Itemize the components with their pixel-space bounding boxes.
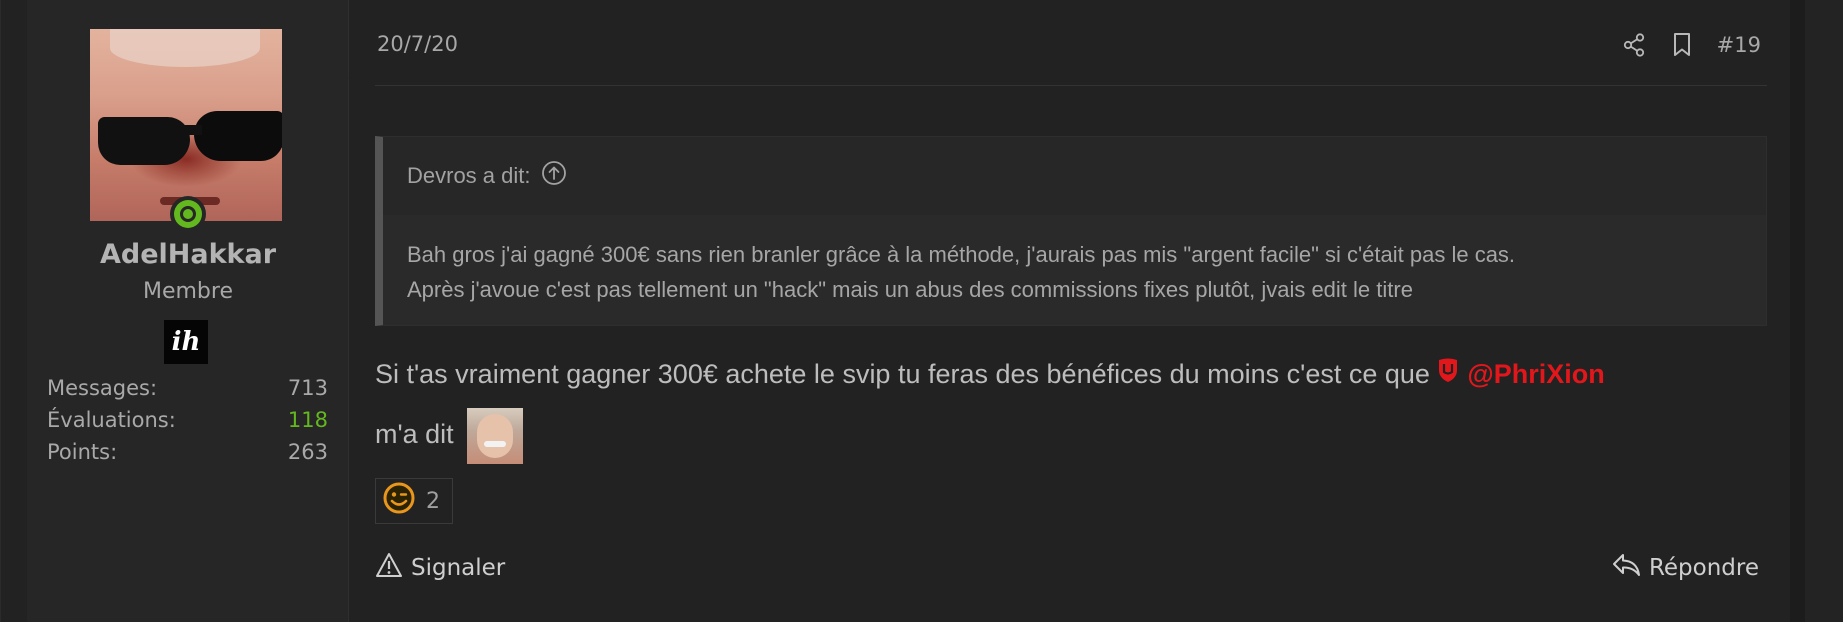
reply-label[interactable]: Répondre	[1649, 555, 1759, 581]
share-icon[interactable]	[1621, 31, 1647, 59]
avatar[interactable]	[90, 29, 282, 221]
old-man-smiley-icon	[467, 407, 524, 464]
shield-icon	[1437, 344, 1459, 404]
forum-post: AdelHakkar Membre ih Messages: 713 Évalu…	[0, 0, 1790, 622]
user-stats: Messages: 713 Évaluations: 118 Points: 2…	[47, 372, 328, 468]
stat-value: 713	[287, 376, 328, 400]
reaction-summary[interactable]: 2	[375, 478, 453, 524]
user-badge-icon: ih	[164, 320, 208, 364]
stat-value: 118	[287, 408, 328, 432]
bookmark-icon[interactable]	[1669, 31, 1695, 59]
stat-evaluations: Évaluations: 118	[47, 404, 328, 436]
quote-header[interactable]: Devros a dit:	[383, 137, 1766, 215]
post-footer: Signaler Répondre	[375, 552, 1767, 588]
arrow-up-circle-icon[interactable]	[541, 160, 567, 192]
stat-label: Évaluations:	[47, 408, 176, 432]
user-info-column: AdelHakkar Membre ih Messages: 713 Évalu…	[27, 0, 349, 622]
post-main: 20/7/20 #19 Devros a dit: Bah gros j'ai …	[375, 0, 1767, 622]
stat-messages: Messages: 713	[47, 372, 328, 404]
reaction-count: 2	[426, 488, 440, 514]
message-text-end: m'a dit	[375, 419, 454, 449]
user-title: Membre	[142, 279, 233, 304]
stat-value: 263	[287, 440, 328, 464]
quote-body: Bah gros j'ai gagné 300€ sans rien branl…	[383, 215, 1766, 325]
smiley-wink-icon	[382, 481, 416, 521]
post-number-link[interactable]: #19	[1717, 33, 1761, 57]
post-header-actions: #19	[1621, 28, 1761, 62]
user-mention[interactable]: @PhriXion	[1437, 344, 1605, 404]
post-date[interactable]: 20/7/20	[377, 32, 458, 56]
quote-line: Après j'avoue c'est pas tellement un "ha…	[407, 277, 1413, 302]
stat-label: Messages:	[47, 376, 158, 400]
reply-icon	[1611, 552, 1641, 584]
report-button[interactable]: Signaler	[375, 552, 505, 584]
report-label[interactable]: Signaler	[411, 555, 505, 581]
quote-line: Bah gros j'ai gagné 300€ sans rien branl…	[407, 242, 1516, 267]
quote-block: Devros a dit: Bah gros j'ai gagné 300€ s…	[375, 136, 1767, 326]
post-header: 20/7/20 #19	[375, 28, 1767, 86]
username[interactable]: AdelHakkar	[27, 239, 349, 270]
message-text: Si t'as vraiment gagner 300€ achete le s…	[375, 359, 1438, 389]
stat-points: Points: 263	[47, 436, 328, 468]
post-message: Si t'as vraiment gagner 300€ achete le s…	[375, 344, 1767, 464]
warning-icon	[375, 552, 403, 584]
quote-author[interactable]: Devros a dit:	[407, 163, 531, 189]
avatar-container[interactable]	[90, 29, 282, 232]
mention-label[interactable]: @PhriXion	[1467, 344, 1604, 404]
stat-label: Points:	[47, 440, 118, 464]
reply-button[interactable]: Répondre	[1611, 552, 1759, 584]
online-status-icon	[170, 196, 206, 232]
